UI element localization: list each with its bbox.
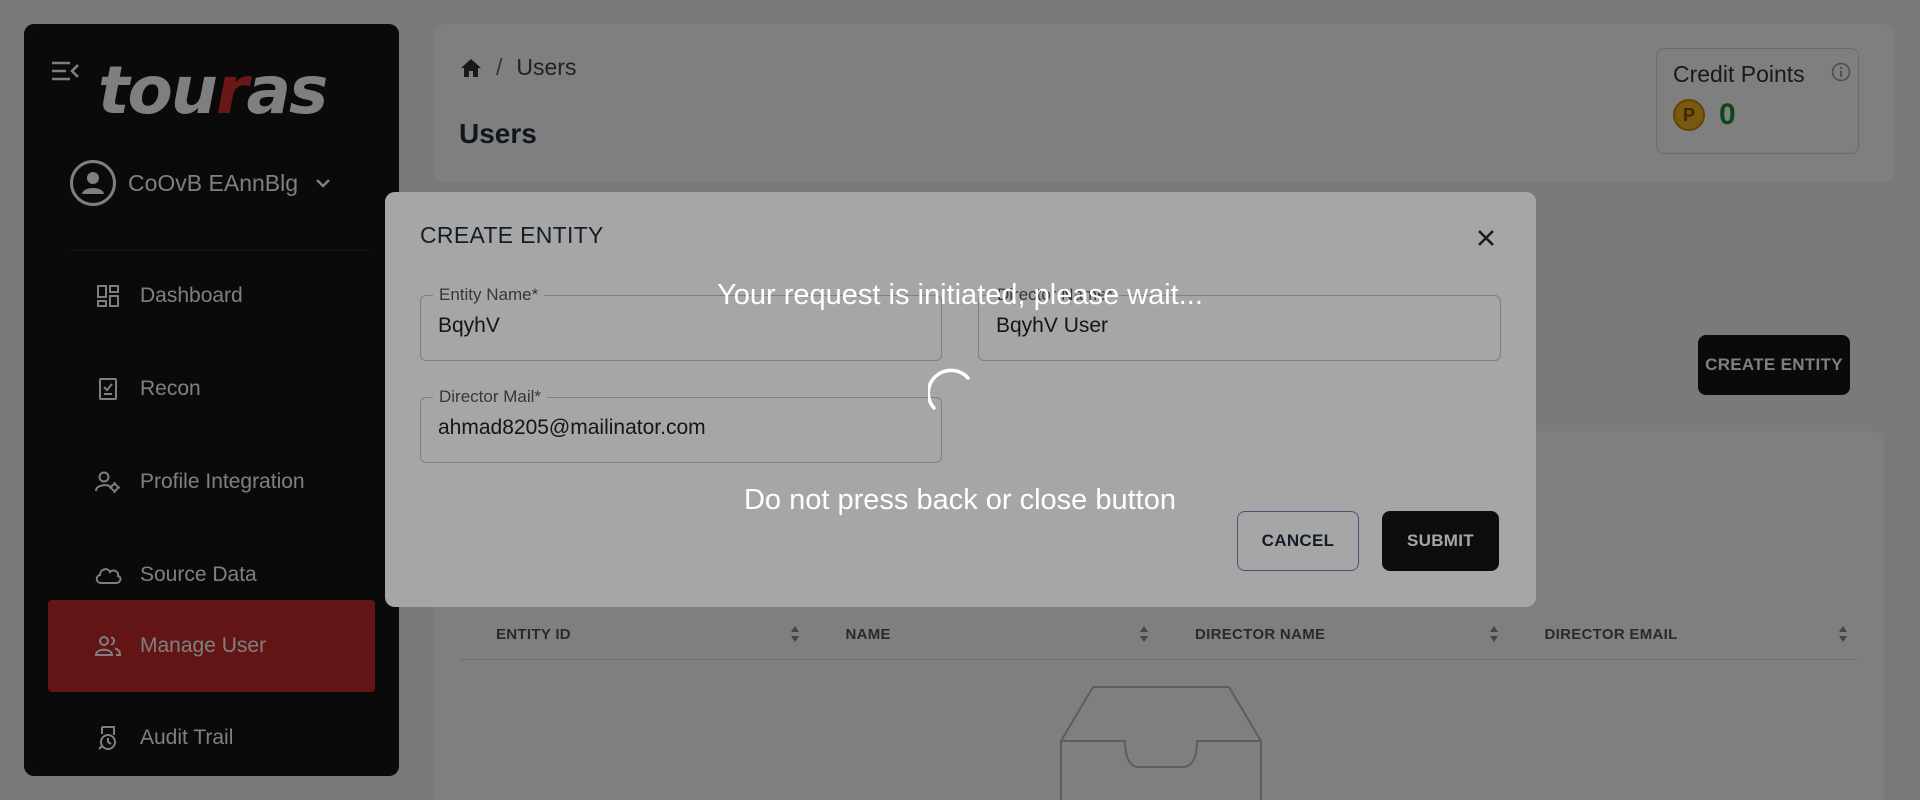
loading-message: Your request is initiated, please wait..…: [717, 279, 1203, 311]
loading-spinner-icon: [928, 368, 970, 410]
loading-warning: Do not press back or close button: [743, 484, 1176, 516]
